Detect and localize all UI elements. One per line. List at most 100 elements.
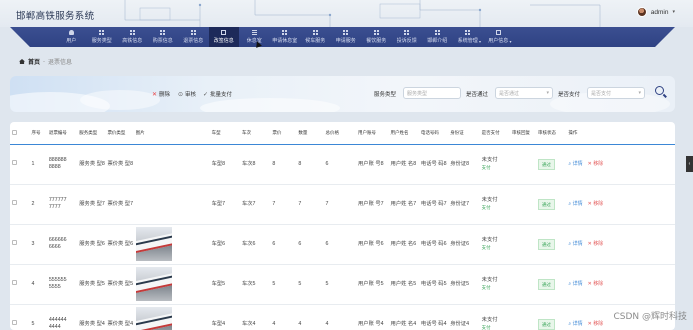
side-collapse-tab[interactable]: ‹ bbox=[686, 156, 693, 172]
select-all-checkbox[interactable] bbox=[12, 129, 17, 135]
check-icon: ✓ bbox=[203, 91, 209, 98]
table-row[interactable]: 5 444444 4444 服务类 型4 票价类 型4 车型4 车次4 4 4 4 用户账 号4 用… bbox=[10, 304, 675, 330]
nav-item-4[interactable]: 退票信息 bbox=[178, 27, 209, 47]
batch-pay-button[interactable]: ✓ 批量支付 bbox=[203, 90, 232, 99]
column-header[interactable]: 车型 bbox=[209, 122, 240, 145]
status-badge: 通过 bbox=[538, 238, 556, 250]
detail-button[interactable]: ⌕ 详情 bbox=[568, 201, 582, 207]
user-icon bbox=[68, 30, 74, 35]
nav-item-7[interactable]: 申请休息室 bbox=[270, 27, 301, 47]
cell-idcard: 身份证6 bbox=[450, 240, 470, 247]
row-checkbox[interactable] bbox=[12, 320, 17, 325]
remove-button[interactable]: ✕ 移除 bbox=[588, 161, 604, 167]
avatar[interactable] bbox=[636, 7, 647, 17]
nav-item-3[interactable]: 购票信息 bbox=[148, 27, 179, 47]
pay-link[interactable]: 支付 bbox=[482, 324, 510, 330]
table-cell bbox=[10, 184, 30, 224]
nav-item-8[interactable]: 候车服务 bbox=[300, 27, 331, 47]
remove-button[interactable]: ✕ 移除 bbox=[588, 201, 604, 207]
audit-button[interactable]: ⊙ 审核 bbox=[178, 90, 196, 99]
remove-button[interactable]: ✕ 移除 bbox=[588, 281, 604, 287]
column-header[interactable]: 车次 bbox=[239, 122, 271, 145]
remove-button[interactable]: ✕ 移除 bbox=[588, 241, 604, 247]
select-all-cell[interactable] bbox=[10, 122, 30, 145]
pay-link[interactable]: 支付 bbox=[482, 164, 510, 171]
username[interactable]: admin bbox=[651, 9, 669, 16]
user-menu[interactable]: admin ▾ bbox=[636, 7, 675, 17]
cell-acct: 用户账 号5 bbox=[358, 280, 384, 287]
search-icon: ⌕ bbox=[568, 320, 572, 327]
row-checkbox[interactable] bbox=[12, 280, 17, 285]
remove-label: 移除 bbox=[593, 240, 604, 247]
nav-item-14[interactable]: 用户信息 ▾ bbox=[483, 27, 514, 47]
chevron-down-icon[interactable]: ▾ bbox=[672, 9, 675, 15]
table-cell: 777777 7777 bbox=[47, 184, 77, 224]
nav-item-label: 用户 bbox=[66, 38, 77, 44]
nav-item-1[interactable]: 服务类型 bbox=[87, 27, 118, 47]
table-cell: 票价类 型6 bbox=[105, 224, 133, 264]
table-row[interactable]: 2 777777 7777 服务类 型7 票价类 型7 车型7 车次7 7 7 7 用户账 号7 用… bbox=[10, 184, 675, 224]
cell-name: 用户姓 名6 bbox=[390, 240, 417, 247]
pay-link[interactable]: 支付 bbox=[482, 284, 510, 291]
column-header[interactable]: 操作 bbox=[566, 122, 675, 145]
paid-select[interactable]: 是否支付 ▾ bbox=[587, 87, 645, 99]
breadcrumb-home[interactable]: 首页 bbox=[28, 57, 40, 66]
nav-item-12[interactable]: 邯郸介绍 bbox=[422, 27, 453, 47]
doc-icon bbox=[495, 30, 501, 35]
nav-item-10[interactable]: 餐饮服务 bbox=[361, 27, 392, 47]
table-row[interactable]: 4 555555 5555 服务类 型5 票价类 型5 车型5 车次5 5 5 5 用户账 号5 用… bbox=[10, 264, 675, 304]
table-cell: 7 bbox=[296, 184, 323, 224]
delete-button[interactable]: ✕ 删除 bbox=[152, 90, 170, 99]
top-header: 邯郸高铁服务系统 admin ▾ bbox=[0, 0, 693, 27]
passed-select[interactable]: 是否通过 ▾ bbox=[495, 87, 553, 99]
remove-label: 移除 bbox=[593, 200, 604, 207]
cell-total: 4 bbox=[325, 320, 329, 327]
column-header[interactable]: 用户姓名 bbox=[388, 122, 419, 145]
cell-acct: 用户账 号6 bbox=[358, 240, 384, 247]
column-header[interactable]: 审核回复 bbox=[510, 122, 537, 145]
table-row[interactable]: 1 888888 8888 服务类 型8 票价类 型8 车型8 车次8 8 8 6 用户账 号8 用… bbox=[10, 144, 675, 184]
detail-button[interactable]: ⌕ 详情 bbox=[568, 161, 582, 167]
cell-stype: 服务类 型5 bbox=[79, 280, 105, 287]
table-cell: 车次8 bbox=[240, 144, 270, 184]
nav-item-5[interactable]: 改签信息 bbox=[208, 27, 239, 47]
row-checkbox[interactable] bbox=[12, 160, 17, 165]
table-row[interactable]: 3 666666 6666 服务类 型6 票价类 型6 车型6 车次6 6 6 6 用户账 号6 用… bbox=[10, 224, 675, 264]
column-header[interactable]: 身份证 bbox=[448, 122, 480, 145]
nav-item-13[interactable]: 系统管理 ▾ bbox=[453, 27, 484, 47]
column-header[interactable]: 数量 bbox=[296, 122, 324, 145]
column-header[interactable]: 用户账号 bbox=[356, 122, 389, 145]
nav-item-label: 餐饮服务 bbox=[366, 38, 387, 44]
table-cell bbox=[10, 224, 30, 264]
nav-item-9[interactable]: 申请服务 bbox=[331, 27, 362, 47]
row-checkbox[interactable] bbox=[12, 200, 17, 205]
column-header[interactable]: 票价 bbox=[270, 122, 297, 145]
search-icon[interactable] bbox=[655, 86, 664, 95]
column-header[interactable]: 总价格 bbox=[323, 122, 356, 145]
row-checkbox[interactable] bbox=[12, 240, 17, 245]
audit-icon: ⊙ bbox=[178, 91, 184, 98]
cell-stype: 服务类 型6 bbox=[79, 240, 105, 247]
column-header[interactable]: 退票编号 bbox=[46, 122, 78, 145]
column-header[interactable]: 序号 bbox=[29, 122, 47, 145]
pay-link[interactable]: 支付 bbox=[482, 204, 510, 211]
cell-phone: 电话号 码5 bbox=[420, 280, 447, 287]
detail-button[interactable]: ⌕ 详情 bbox=[568, 321, 582, 327]
column-header[interactable]: 电话号码 bbox=[418, 122, 449, 145]
column-header[interactable]: 是否支付 bbox=[479, 122, 511, 145]
grid-icon bbox=[343, 30, 349, 35]
remove-button[interactable]: ✕ 移除 bbox=[588, 321, 604, 327]
detail-button[interactable]: ⌕ 详情 bbox=[568, 281, 582, 287]
nav-item-11[interactable]: 投诉反馈 bbox=[392, 27, 423, 47]
nav-item-2[interactable]: 高铁信息 bbox=[117, 27, 148, 47]
column-header[interactable]: 审核状态 bbox=[536, 122, 567, 145]
detail-label: 详情 bbox=[572, 280, 583, 287]
nav-item-0[interactable]: 用户 bbox=[56, 27, 87, 47]
column-header[interactable]: 服务类型 bbox=[77, 122, 106, 145]
detail-button[interactable]: ⌕ 详情 bbox=[568, 241, 582, 247]
column-header[interactable]: 图片 bbox=[133, 122, 210, 145]
column-header[interactable]: 票价类型 bbox=[105, 122, 134, 145]
service-type-input[interactable]: 服务类型 bbox=[403, 87, 461, 99]
table-cell: 电话号 码4 bbox=[419, 304, 448, 330]
pay-link[interactable]: 支付 bbox=[482, 244, 510, 251]
